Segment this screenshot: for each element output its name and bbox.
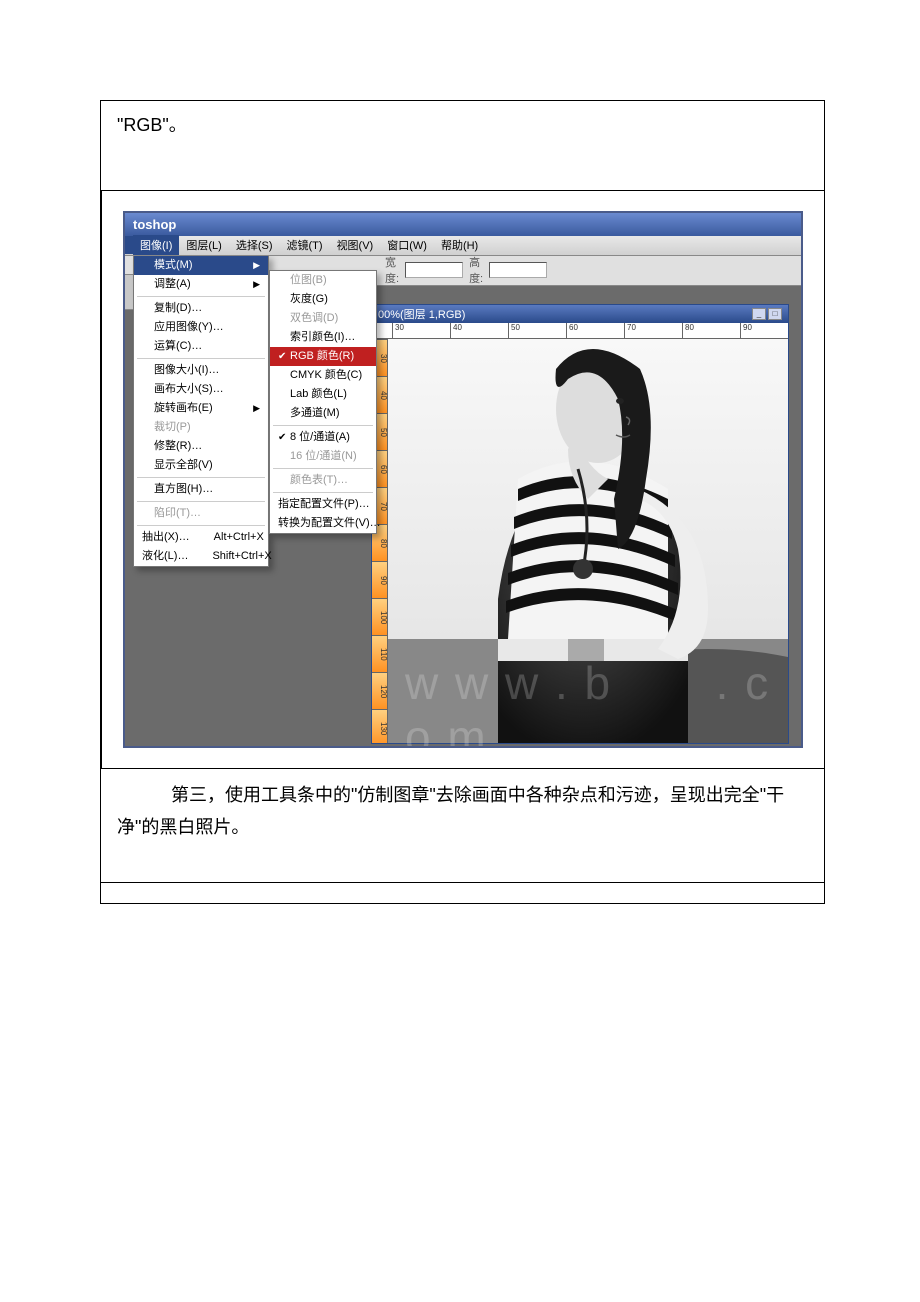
maximize-icon[interactable]: □ (768, 308, 782, 320)
ruler-tick: 110 (372, 635, 388, 673)
ruler-tick: 130 (372, 709, 388, 743)
menu-item[interactable]: Lab 颜色(L) (270, 385, 376, 404)
menu-item: 陷印(T)… (134, 504, 268, 523)
menu-help[interactable]: 帮助(H) (434, 235, 485, 255)
ruler-tick: 70 (624, 323, 636, 339)
menu-image[interactable]: 图像(I) (133, 235, 179, 255)
workarea: 宽度: 高度: 00%(图层 1,RGB) _ (125, 256, 801, 746)
menu-item[interactable]: RGB 颜色(R) (270, 347, 376, 366)
menu-item[interactable]: 旋转画布(E) (134, 399, 268, 418)
menu-view[interactable]: 视图(V) (330, 235, 381, 255)
window-controls: _ □ (752, 308, 782, 320)
app-title: toshop (133, 217, 176, 232)
menu-item[interactable]: 液化(L)…Shift+Ctrl+X (134, 547, 268, 566)
menu-filter[interactable]: 滤镜(T) (280, 235, 330, 255)
document-table: "RGB"。 toshop 图像(I) 图层(L) 选择(S) 滤镜(T) 视图… (100, 100, 825, 904)
canvas-image (388, 339, 788, 743)
ruler-tick: 30 (392, 323, 404, 339)
menu-item: 颜色表(T)… (270, 471, 376, 490)
width-label: 宽度: (385, 256, 399, 287)
menu-item[interactable]: 画布大小(S)… (134, 380, 268, 399)
menu-item[interactable]: 直方图(H)… (134, 480, 268, 499)
text-top: "RGB"。 (117, 111, 808, 140)
app-window: toshop 图像(I) 图层(L) 选择(S) 滤镜(T) 视图(V) 窗口(… (123, 211, 803, 748)
menu-item[interactable]: 抽出(X)…Alt+Ctrl+X (134, 528, 268, 547)
ruler-tick: 90 (372, 561, 388, 599)
minimize-icon[interactable]: _ (752, 308, 766, 320)
menu-item[interactable]: 应用图像(Y)… (134, 318, 268, 337)
width-input[interactable] (405, 262, 463, 278)
menu-item[interactable]: 运算(C)… (134, 337, 268, 356)
menu-item: 双色调(D) (270, 309, 376, 328)
ruler-tick: 50 (508, 323, 520, 339)
height-label: 高度: (469, 256, 483, 287)
menu-item[interactable]: 显示全部(V) (134, 456, 268, 475)
text-bottom: 第三，使用工具条中的"仿制图章"去除画面中各种杂点和污迹，呈现出完全"干净"的黑… (117, 779, 808, 844)
height-input[interactable] (489, 262, 547, 278)
app-titlebar: toshop (125, 213, 801, 236)
menu-select[interactable]: 选择(S) (229, 235, 280, 255)
menu-item: 裁切(P) (134, 418, 268, 437)
menu-item[interactable]: 多通道(M) (270, 404, 376, 423)
ruler-tick: 120 (372, 672, 388, 710)
menu-item[interactable]: 索引颜色(I)… (270, 328, 376, 347)
menu-window[interactable]: 窗口(W) (380, 235, 434, 255)
ruler-tick: 90 (740, 323, 752, 339)
menu-item: 位图(B) (270, 271, 376, 290)
image-menu-dropdown: 模式(M)调整(A) 复制(D)…应用图像(Y)…运算(C)… 图像大小(I)…画布… (133, 256, 269, 567)
mode-submenu-dropdown: 位图(B)灰度(G)双色调(D)索引颜色(I)…RGB 颜色(R)CMYK 颜色… (269, 270, 377, 534)
menubar-stub (125, 236, 133, 254)
menu-item: 16 位/通道(N) (270, 447, 376, 466)
ruler-tick: 80 (682, 323, 694, 339)
menu-item[interactable]: 转换为配置文件(V)… (270, 514, 376, 533)
ruler-tick: 60 (566, 323, 578, 339)
menu-item[interactable]: 复制(D)… (134, 299, 268, 318)
photoshop-screenshot: toshop 图像(I) 图层(L) 选择(S) 滤镜(T) 视图(V) 窗口(… (123, 211, 803, 748)
ruler-tick: 100 (372, 598, 388, 636)
screenshot-cell: toshop 图像(I) 图层(L) 选择(S) 滤镜(T) 视图(V) 窗口(… (101, 191, 824, 769)
text-cell-bottom: 第三，使用工具条中的"仿制图章"去除画面中各种杂点和污迹，呈现出完全"干净"的黑… (101, 769, 824, 883)
canvas-title-text: 00%(图层 1,RGB) (378, 306, 465, 322)
menu-item[interactable]: 图像大小(I)… (134, 361, 268, 380)
menu-item[interactable]: 灰度(G) (270, 290, 376, 309)
menu-item[interactable]: 8 位/通道(A) (270, 428, 376, 447)
menu-item[interactable]: 指定配置文件(P)… (270, 495, 376, 514)
menubar: 图像(I) 图层(L) 选择(S) 滤镜(T) 视图(V) 窗口(W) 帮助(H… (125, 236, 801, 256)
menu-item[interactable]: 调整(A) (134, 275, 268, 294)
ruler-tick: 40 (450, 323, 462, 339)
ruler-horizontal: 30 40 50 60 70 80 90 (372, 323, 788, 339)
menu-layer[interactable]: 图层(L) (179, 235, 228, 255)
canvas-window: 00%(图层 1,RGB) _ □ 30 40 50 60 70 80 90 30 40 50 6… (371, 304, 789, 744)
text-cell-top: "RGB"。 (101, 101, 824, 191)
menu-item[interactable]: CMYK 颜色(C) (270, 366, 376, 385)
menu-item[interactable]: 模式(M) (134, 256, 268, 275)
empty-cell (101, 883, 824, 903)
portrait-image (388, 339, 788, 743)
menu-item[interactable]: 修整(R)… (134, 437, 268, 456)
canvas-titlebar: 00%(图层 1,RGB) _ □ (372, 305, 788, 323)
